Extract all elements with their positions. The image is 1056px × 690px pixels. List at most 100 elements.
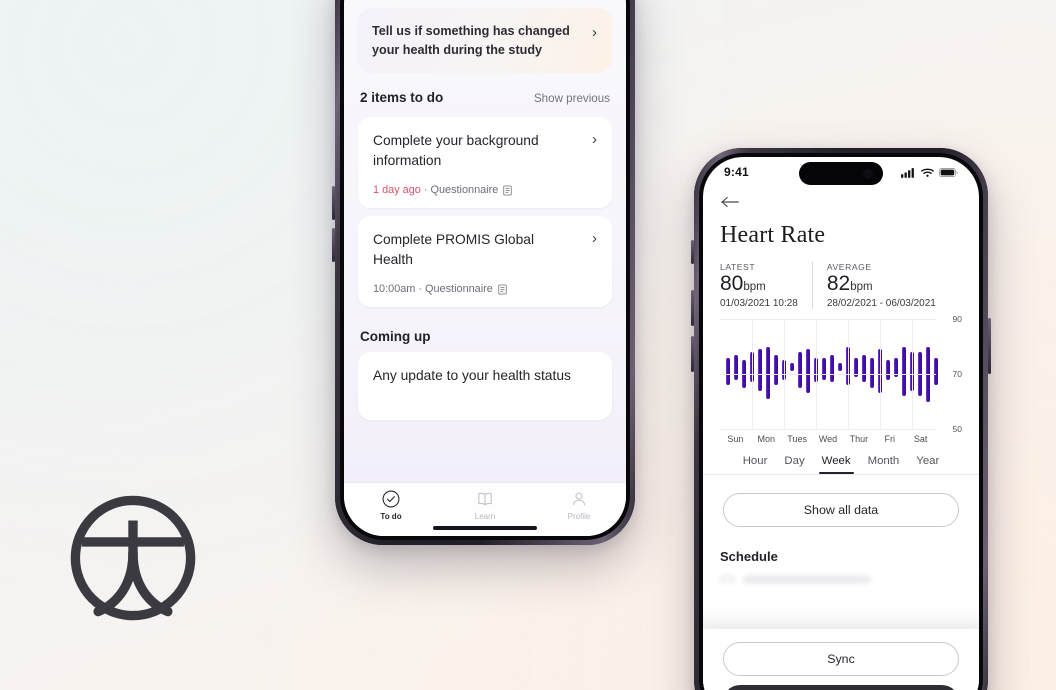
primary-action-button[interactable] <box>723 685 959 690</box>
stat-value: 80bpm <box>720 272 798 295</box>
person-icon <box>572 492 586 506</box>
silent-switch[interactable] <box>691 240 694 264</box>
task-due: 10:00am <box>373 283 416 295</box>
chart-plot-area <box>720 319 938 431</box>
x-axis-tick: Tues <box>787 434 807 445</box>
stat-sub: 28/02/2021 - 06/03/2021 <box>826 298 936 310</box>
x-axis-tick: Fri <box>884 434 895 445</box>
range-option-month[interactable]: Month <box>868 455 900 474</box>
phone-left-device: Hi Anastasia Tell us if something has ch… <box>332 0 635 545</box>
schedule-placeholder <box>743 574 871 584</box>
status-indicators <box>901 167 958 178</box>
meta-separator: · <box>418 283 423 295</box>
tab-profile[interactable]: Profile <box>532 489 626 521</box>
stat-value: 82bpm <box>826 272 936 295</box>
x-axis-tick: Sun <box>727 434 744 445</box>
y-axis-tick: 70 <box>952 369 962 380</box>
chevron-right-icon: › <box>592 131 597 148</box>
chart-bar <box>734 354 738 380</box>
chart-gridline <box>848 319 849 430</box>
coming-up-card[interactable]: Any update to your health status <box>358 352 612 420</box>
chart-y-axis: 50 70 90 <box>936 314 962 434</box>
tab-todo[interactable]: To do <box>344 489 438 521</box>
volume-up-button[interactable] <box>332 186 335 220</box>
tab-label: To do <box>380 512 402 521</box>
tab-learn[interactable]: Learn <box>438 489 532 521</box>
chart-bar <box>830 354 834 383</box>
y-axis-tick: 90 <box>952 314 962 325</box>
questionnaire-icon <box>503 185 512 195</box>
stats-row: LATEST 80bpm 01/03/2021 10:28 AVERAGE 82… <box>720 262 962 310</box>
range-option-day[interactable]: Day <box>784 455 804 474</box>
check-circle-icon <box>382 490 400 508</box>
task-type: Questionnaire <box>425 283 493 295</box>
app-header: Hi Anastasia <box>344 0 626 4</box>
chart-bar <box>886 360 890 380</box>
show-previous-link[interactable]: Show previous <box>534 92 610 105</box>
back-arrow-icon[interactable] <box>720 195 740 209</box>
chart-gridline <box>816 319 817 430</box>
chart-bar <box>798 352 802 388</box>
signal-bars-icon <box>901 167 914 178</box>
chart-bar <box>822 357 826 380</box>
x-axis-tick: Thur <box>849 434 869 445</box>
chart-bar <box>758 349 762 391</box>
chevron-right-icon: › <box>592 230 597 247</box>
stat-label: AVERAGE <box>826 262 872 272</box>
range-option-year[interactable]: Year <box>916 455 939 474</box>
banner-text: Tell us if something has changed your he… <box>372 24 570 57</box>
wifi-icon <box>921 168 934 177</box>
status-time: 9:41 <box>724 165 749 179</box>
chart-bar <box>902 346 906 397</box>
task-meta: 10:00am · Questionnaire <box>373 283 574 295</box>
sync-button[interactable]: Sync <box>723 642 959 676</box>
device-icon <box>720 575 735 583</box>
brand-logo <box>70 495 196 621</box>
todo-count-title: 2 items to do <box>360 90 444 105</box>
divider <box>703 474 979 476</box>
tab-label: Profile <box>567 512 591 521</box>
chart-gridline <box>720 429 936 431</box>
stat-number: 82 <box>826 272 851 295</box>
status-bar: 9:41 <box>703 157 979 187</box>
volume-down-button[interactable] <box>691 336 694 372</box>
chart-gridline <box>784 319 785 430</box>
range-selector[interactable]: Hour Day Week Month Year <box>720 455 962 475</box>
chart-gridline <box>752 319 753 430</box>
phone-right-screen: 9:41 Heart Rate LATEST 80bpm 01/03/2021 … <box>703 157 979 690</box>
health-update-banner[interactable]: Tell us if something has changed your he… <box>358 8 612 73</box>
questionnaire-icon <box>498 284 507 294</box>
page-title: Heart Rate <box>720 222 826 248</box>
chart-bar <box>726 357 730 386</box>
task-meta: 1 day ago · Questionnaire <box>373 184 574 196</box>
chart-bar <box>838 363 842 372</box>
chart-bar <box>766 346 770 399</box>
volume-down-button[interactable] <box>332 228 335 262</box>
phone-left-screen: Hi Anastasia Tell us if something has ch… <box>344 0 626 536</box>
stat-label: LATEST <box>720 262 756 272</box>
task-title: Complete PROMIS Global Health <box>373 232 535 267</box>
volume-up-button[interactable] <box>691 290 694 326</box>
x-axis-tick: Sat <box>913 434 928 445</box>
tab-label: Learn <box>474 512 496 521</box>
stat-sub: 01/03/2021 10:28 <box>720 298 798 310</box>
home-indicator[interactable] <box>433 526 537 530</box>
x-axis-tick: Wed <box>818 434 838 445</box>
stat-latest: LATEST 80bpm 01/03/2021 10:28 <box>720 262 812 309</box>
meta-separator: · <box>423 184 428 196</box>
dynamic-island <box>799 162 883 185</box>
show-all-data-button[interactable]: Show all data <box>723 493 959 528</box>
schedule-title: Schedule <box>720 549 778 565</box>
task-card[interactable]: Complete PROMIS Global Health 10:00am · … <box>358 216 612 307</box>
heart-rate-chart[interactable]: 50 70 90 <box>720 314 962 434</box>
chart-bar <box>870 357 874 388</box>
range-option-week[interactable]: Week <box>818 455 854 475</box>
battery-icon <box>939 167 958 177</box>
todo-scroll-area[interactable]: Hi Anastasia Tell us if something has ch… <box>344 0 626 482</box>
chart-bar <box>862 354 866 383</box>
range-option-hour[interactable]: Hour <box>743 455 768 474</box>
power-button[interactable] <box>988 318 991 374</box>
task-card[interactable]: Complete your background information 1 d… <box>358 117 612 208</box>
chart-x-axis: Sun Mon Tues Wed Thur Fri Sat <box>720 434 962 444</box>
phone-right-device: 9:41 Heart Rate LATEST 80bpm 01/03/2021 … <box>691 148 991 690</box>
